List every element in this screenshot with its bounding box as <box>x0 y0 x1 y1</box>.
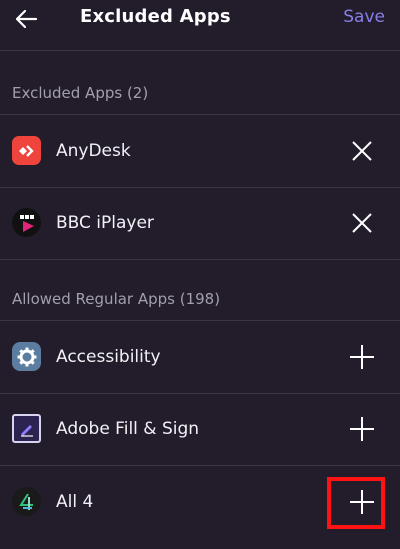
plus-icon <box>350 345 374 369</box>
plus-icon <box>350 417 374 441</box>
close-icon <box>352 141 372 161</box>
add-adobe-fill-sign-button[interactable] <box>346 413 378 445</box>
adobe-fill-sign-icon <box>12 414 41 443</box>
app-label: All 4 <box>56 492 94 512</box>
list-item-anydesk: AnyDesk <box>0 114 400 188</box>
allowed-section-heading: Allowed Regular Apps (198) <box>12 290 221 308</box>
page-title: Excluded Apps <box>80 6 231 27</box>
top-bar: Excluded Apps Save <box>0 0 400 51</box>
anydesk-icon <box>12 136 41 165</box>
remove-bbc-iplayer-button[interactable] <box>346 207 378 239</box>
app-label: Adobe Fill & Sign <box>56 419 200 439</box>
gear-icon <box>12 342 41 371</box>
list-item-bbc-iplayer: BBC iPlayer <box>0 187 400 260</box>
remove-anydesk-button[interactable] <box>346 135 378 167</box>
app-label: AnyDesk <box>56 141 131 161</box>
highlight-box <box>327 477 385 529</box>
all4-icon <box>12 487 41 516</box>
add-accessibility-button[interactable] <box>346 341 378 373</box>
close-icon <box>352 213 372 233</box>
app-label: BBC iPlayer <box>56 213 154 233</box>
arrow-left-icon <box>15 9 38 29</box>
save-button[interactable]: Save <box>343 7 385 27</box>
back-button[interactable] <box>8 4 44 34</box>
bbc-iplayer-icon <box>12 208 41 237</box>
app-label: Accessibility <box>56 347 161 367</box>
list-item-adobe-fill-sign: Adobe Fill & Sign <box>0 393 400 466</box>
list-item-accessibility: Accessibility <box>0 320 400 394</box>
excluded-section-heading: Excluded Apps (2) <box>12 84 149 102</box>
